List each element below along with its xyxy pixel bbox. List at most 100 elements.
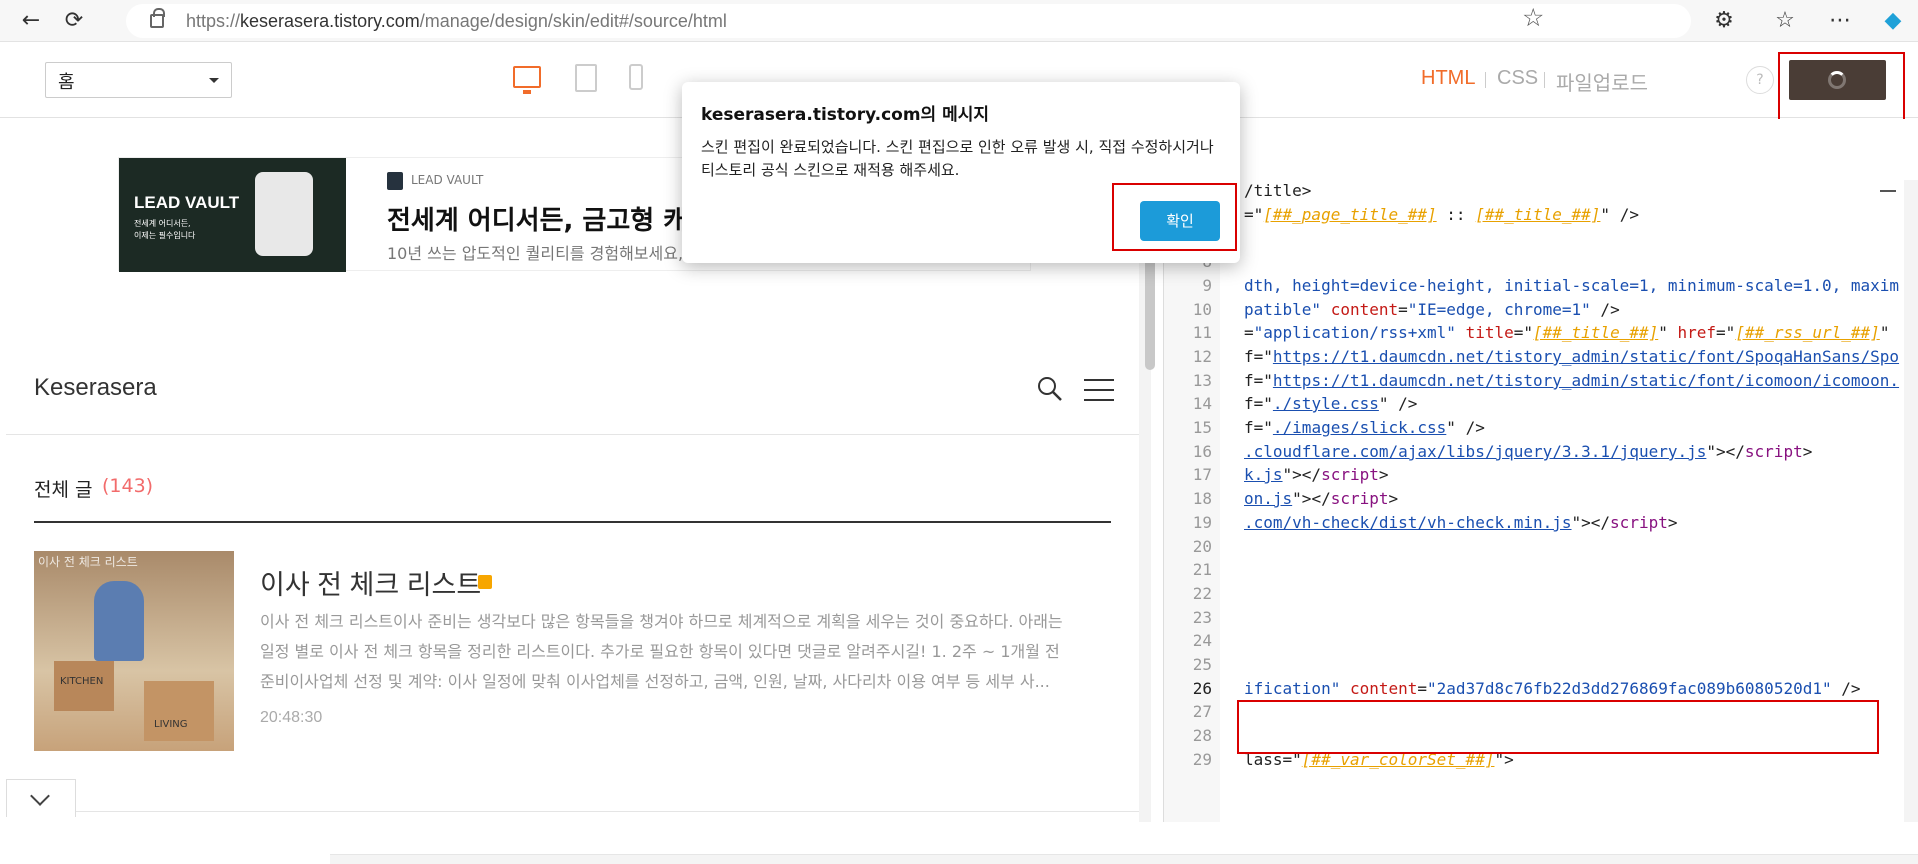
code-line[interactable]: 8 [1164, 250, 1918, 273]
code-text[interactable]: patible" content="IE=edge, chrome=1" /> [1244, 298, 1620, 321]
code-text[interactable]: f="https://t1.daumcdn.net/tistory_admin/… [1244, 369, 1899, 392]
tablet-icon[interactable] [575, 64, 597, 92]
menu-icon[interactable] [1084, 379, 1114, 403]
back-icon[interactable]: ← [18, 8, 44, 34]
code-token: " /> [1378, 394, 1418, 413]
list-item[interactable]: KITCHEN LIVING 이사 전 체크 리스트 이사 전 체크 리스트 이… [34, 551, 1124, 751]
code-text[interactable]: f="./images/slick.css" /> [1244, 416, 1485, 439]
code-line[interactable]: 11 ="application/rss+xml" title="[##_titl… [1164, 321, 1918, 344]
code-text[interactable]: on.js"></script> [1244, 487, 1398, 510]
code-line[interactable]: 22 [1164, 582, 1918, 605]
code-token: =" [1513, 323, 1533, 342]
line-number: 12 [1192, 347, 1212, 366]
code-token: script [1321, 465, 1379, 484]
code-text[interactable]: /title> [1244, 179, 1311, 202]
line-number: 27 [1192, 702, 1212, 721]
code-line[interactable]: 16 .cloudflare.com/ajax/libs/jquery/3.3.1… [1164, 440, 1918, 463]
code-token: "2ad37d8c76fb22d3dd276869fac089b6080520d… [1427, 679, 1832, 698]
tab-separator [1544, 72, 1545, 88]
code-token: = [1417, 679, 1428, 698]
post-thumbnail[interactable]: KITCHEN LIVING 이사 전 체크 리스트 [34, 551, 234, 751]
lock-icon[interactable] [150, 8, 165, 28]
star-icon[interactable]: ☆ [1522, 3, 1544, 32]
code-token: > [1802, 442, 1813, 461]
divider [6, 434, 1141, 435]
url-text[interactable]: https://keserasera.tistory.com/manage/de… [186, 11, 727, 32]
ad-brand: LEAD VAULT [134, 193, 240, 212]
code-line[interactable]: 25 [1164, 653, 1918, 676]
code-line[interactable]: 15 f="./images/slick.css" /> [1164, 416, 1918, 439]
code-line[interactable]: 14 f="./style.css" /> [1164, 392, 1918, 415]
refresh-icon[interactable]: ⟳ [61, 8, 87, 34]
code-line[interactable]: 12 f="https://t1.daumcdn.net/tistory_admi… [1164, 345, 1918, 368]
help-icon[interactable]: ? [1746, 66, 1774, 94]
code-token: f=" [1244, 347, 1273, 366]
code-token: ./style.css [1272, 394, 1379, 413]
code-line[interactable]: 21 [1164, 558, 1918, 581]
code-token: "application/rss+xml" [1253, 323, 1456, 342]
code-line[interactable]: 19 .com/vh-check/dist/vh-check.min.js"></… [1164, 511, 1918, 534]
code-token: = [1398, 300, 1408, 319]
code-token: " /> [1600, 205, 1639, 224]
copilot-icon[interactable]: ◆ [1879, 7, 1907, 35]
tab-file-upload[interactable]: 파일업로드 [1556, 67, 1648, 96]
code-token: on.js [1244, 489, 1293, 508]
code-line[interactable]: 6="[##_page_title_##] :: [##_title_##]" … [1164, 203, 1918, 226]
tab-html[interactable]: HTML [1421, 67, 1475, 90]
desktop-icon[interactable] [513, 66, 541, 94]
mobile-icon[interactable] [629, 64, 643, 90]
code-text[interactable]: f="./style.css" /> [1244, 392, 1417, 415]
code-token: [##_page_title_##] [1263, 205, 1437, 224]
code-token: f=" [1244, 394, 1273, 413]
code-text[interactable]: .cloudflare.com/ajax/libs/jquery/3.3.1/j… [1244, 440, 1812, 463]
code-line[interactable]: 23 [1164, 606, 1918, 629]
ad-subtext: 전세계 어디서든, [134, 219, 191, 228]
post-title[interactable]: 이사 전 체크 리스트 [260, 563, 481, 602]
browser-toolbar: ← ⟳ https://keserasera.tistory.com/manag… [0, 0, 1918, 42]
code-token: content [1321, 300, 1399, 319]
code-line[interactable]: 26 ification" content="2ad37d8c76fb22d3dd… [1164, 677, 1918, 700]
line-number: 23 [1192, 608, 1212, 627]
code-text[interactable]: f="https://t1.daumcdn.net/tistory_admin/… [1244, 345, 1899, 368]
code-token: script [1330, 489, 1389, 508]
page-select[interactable]: 홈 [45, 62, 232, 98]
ad-logo-text: LEAD VAULT [411, 173, 484, 187]
collapse-button[interactable] [6, 779, 76, 817]
highlight-frame-code [1237, 700, 1879, 754]
code-line[interactable]: 17 k.js"></script> [1164, 463, 1918, 486]
address-bar[interactable]: https://keserasera.tistory.com/manage/de… [126, 4, 1691, 38]
more-icon[interactable]: ⋯ [1826, 7, 1854, 35]
extensions-icon[interactable]: ⚙ [1710, 7, 1738, 35]
tab-css[interactable]: CSS [1497, 67, 1538, 90]
code-token: [##_title_##] [1533, 323, 1659, 342]
search-icon[interactable] [1037, 376, 1063, 402]
code-token: > [1388, 489, 1399, 508]
code-text[interactable]: ="[##_page_title_##] :: [##_title_##]" /… [1244, 203, 1639, 226]
code-token: script [1744, 442, 1803, 461]
code-scrollbar[interactable] [1904, 180, 1918, 822]
code-text[interactable]: ification" content="2ad37d8c76fb22d3dd27… [1244, 677, 1861, 700]
dialog-message: 스킨 편집이 완료되었습니다. 스킨 편집으로 인한 오류 발생 시, 직접 수… [701, 138, 1214, 179]
favorites-icon[interactable]: ☆ [1771, 7, 1799, 35]
thumbnail-tag: 이사 전 체크 리스트 [38, 555, 138, 569]
line-number: 10 [1192, 300, 1212, 319]
code-text[interactable]: .com/vh-check/dist/vh-check.min.js"></sc… [1244, 511, 1677, 534]
suitcase-image [255, 172, 313, 256]
code-line[interactable]: 18 on.js"></script> [1164, 487, 1918, 510]
code-text[interactable]: k.js"></script> [1244, 463, 1389, 486]
code-line[interactable]: 9 dth, height=device-height, initial-scal… [1164, 274, 1918, 297]
post-excerpt: 이사 전 체크 리스트이사 준비는 생각보다 많은 항목들을 챙겨야 하므로 체… [260, 612, 1063, 691]
code-line[interactable]: 20 [1164, 535, 1918, 558]
code-text[interactable]: dth, height=device-height, initial-scale… [1244, 274, 1899, 297]
code-token: " /> [1446, 418, 1485, 437]
line-number: 20 [1192, 537, 1212, 556]
code-line[interactable]: 24 [1164, 629, 1918, 652]
code-line[interactable]: 13 f="https://t1.daumcdn.net/tistory_admi… [1164, 369, 1918, 392]
code-line[interactable]: 5/title> [1164, 179, 1918, 202]
code-line[interactable]: 7 [1164, 226, 1918, 249]
code-token: =" [1716, 323, 1736, 342]
blog-title[interactable]: Keserasera [34, 374, 157, 402]
code-line[interactable]: 10 patible" content="IE=edge, chrome=1" /… [1164, 298, 1918, 321]
code-token: ification" [1244, 679, 1341, 698]
code-text[interactable]: ="application/rss+xml" title="[##_title_… [1244, 321, 1889, 344]
